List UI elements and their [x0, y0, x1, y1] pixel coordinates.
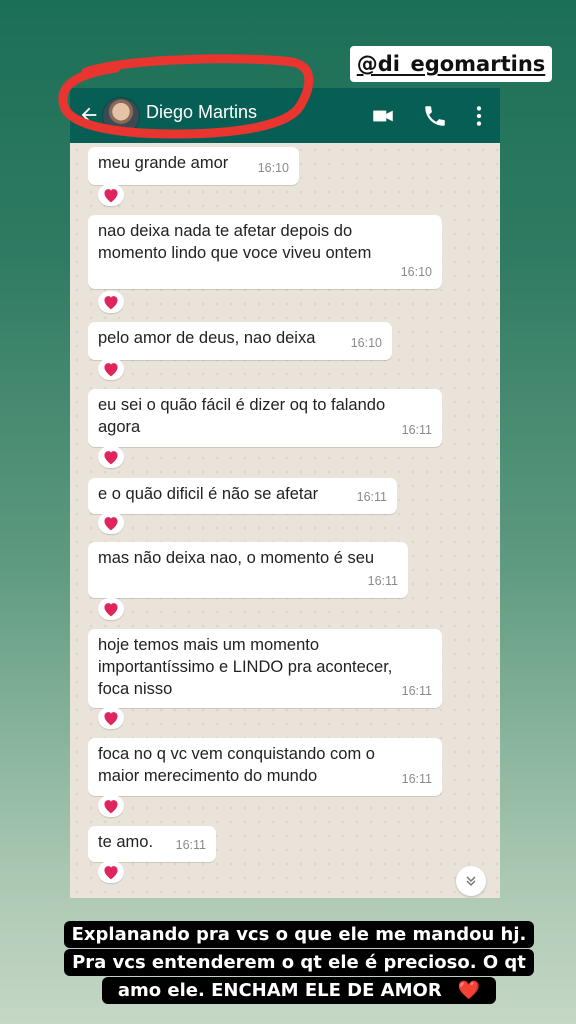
message-text: foca no q vc vem conquistando com o	[98, 745, 375, 763]
caption-line: Pra vcs entenderem o qt ele é precioso. …	[64, 949, 534, 976]
message-bubble[interactable]: eu sei o quão fácil é dizer oq to faland…	[88, 389, 442, 447]
message-bubble[interactable]: mas não deixa nao, o momento é seu 16:11	[88, 542, 408, 598]
message-bubble[interactable]: te amo. 16:11	[88, 826, 216, 862]
heart-reaction-icon[interactable]	[98, 707, 124, 729]
heart-emoji-icon: ❤️	[449, 977, 489, 1004]
double-chevron-down-icon	[466, 876, 476, 887]
caption-line: amo ele. ENCHAM ELE DE AMOR	[109, 977, 450, 1004]
message-bubble[interactable]: pelo amor de deus, nao deixa 16:10	[88, 322, 392, 360]
more-options-icon[interactable]	[466, 103, 492, 129]
message-bubble[interactable]: nao deixa nada te afetar depois do momen…	[88, 215, 442, 289]
message-text: momento lindo que voce viveu ontem	[98, 244, 372, 262]
message-text: mas não deixa nao, o momento é seu	[98, 549, 375, 567]
message-text: e o quão dificil é não se afetar	[98, 485, 319, 503]
chat-header: Diego Martins	[70, 88, 500, 143]
message-bubble[interactable]: foca no q vc vem conquistando com o maio…	[88, 738, 442, 796]
message-text: maior merecimento do mundo	[98, 767, 318, 785]
message-time: 16:11	[175, 838, 206, 852]
message-time: 16:11	[356, 490, 387, 504]
heart-reaction-icon[interactable]	[98, 291, 124, 313]
back-arrow-icon[interactable]	[78, 104, 100, 126]
phone-icon[interactable]	[422, 103, 448, 129]
message-time: 16:11	[401, 684, 432, 698]
message-bubble[interactable]: hoje temos mais um momento importantíssi…	[88, 629, 442, 708]
message-text: importantíssimo e LINDO pra acontecer,	[98, 658, 393, 676]
handle-sticker[interactable]: @di_egomartins	[350, 46, 552, 82]
message-text: eu sei o quão fácil é dizer oq to faland…	[98, 396, 386, 414]
message-bubble[interactable]: e o quão dificil é não se afetar 16:11	[88, 478, 397, 514]
message-bubble[interactable]: meu grande amor 16:10	[88, 147, 299, 185]
heart-reaction-icon[interactable]	[98, 598, 124, 620]
message-time: 16:11	[367, 574, 398, 588]
video-call-icon[interactable]	[370, 103, 396, 129]
heart-reaction-icon[interactable]	[98, 861, 124, 883]
chat-screenshot: Diego Martins meu grande amor 16:10 nao …	[70, 88, 500, 898]
message-text: foca nisso	[98, 680, 173, 698]
avatar[interactable]	[102, 97, 140, 135]
heart-reaction-icon[interactable]	[98, 446, 124, 468]
message-text: agora	[98, 418, 141, 436]
message-text: pelo amor de deus, nao deixa	[98, 329, 316, 347]
story-caption: Explanando pra vcs o que ele me mandou h…	[52, 921, 546, 1005]
handle-text: @di_egomartins	[356, 52, 546, 76]
message-time: 16:10	[350, 336, 382, 350]
message-text: nao deixa nada te afetar depois do	[98, 222, 353, 240]
heart-reaction-icon[interactable]	[98, 795, 124, 817]
message-time: 16:10	[400, 265, 432, 279]
heart-reaction-icon[interactable]	[98, 184, 124, 206]
message-text: hoje temos mais um momento	[98, 636, 320, 654]
message-time: 16:11	[401, 772, 432, 786]
heart-reaction-icon[interactable]	[98, 512, 124, 534]
caption-line: Explanando pra vcs o que ele me mandou h…	[63, 921, 535, 948]
scroll-to-bottom-button[interactable]	[456, 866, 486, 896]
heart-reaction-icon[interactable]	[98, 358, 124, 380]
message-time: 16:11	[401, 423, 432, 437]
contact-name[interactable]: Diego Martins	[146, 102, 257, 123]
message-time: 16:10	[257, 161, 289, 175]
